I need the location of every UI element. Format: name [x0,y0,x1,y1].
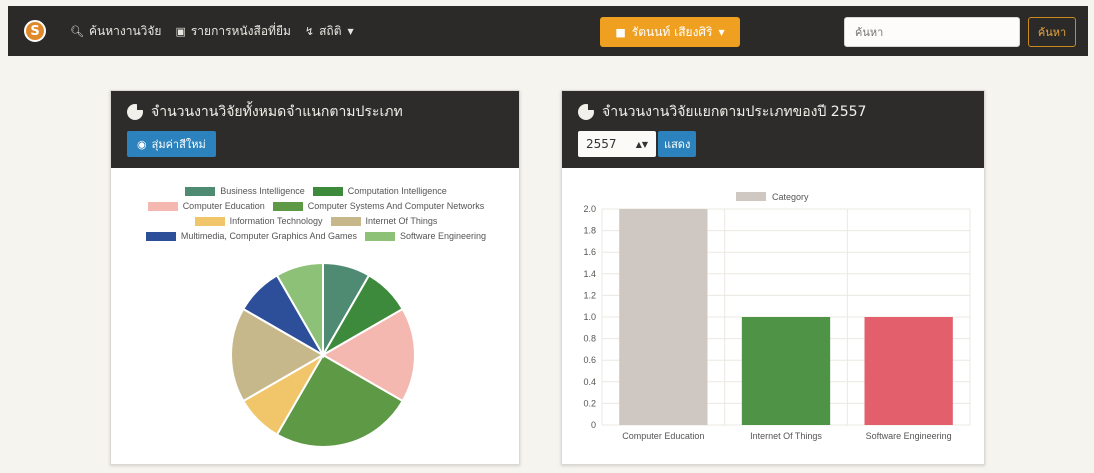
y-tick-label: 0.4 [583,377,596,387]
y-tick-label: 1.4 [583,269,596,279]
top-navbar: S 🔍︎ ค้นหางานวิจัย ▣ รายการหนังสือที่ยืม… [8,6,1088,56]
y-tick-label: 0.8 [583,334,596,344]
nav-statistics-label: สถิติ [319,23,342,38]
app-logo[interactable]: S [24,20,46,42]
y-tick-label: 1.0 [583,312,596,322]
book-icon: ▣ [175,24,186,38]
y-tick-label: 0.6 [583,355,596,365]
bar [864,317,953,425]
search-input[interactable] [844,17,1020,47]
user-icon: ■ [615,25,626,39]
line-chart-icon: ↯ [304,24,315,38]
bar [741,317,831,425]
search-button[interactable]: ค้นหา [1028,17,1076,47]
nav-statistics-dropdown[interactable]: ↯ สถิติ ▼ [305,22,354,41]
user-name: รัตนนท์ เสียงศิริ [631,24,713,39]
x-tick-label: Internet Of Things [750,431,822,441]
y-tick-label: 1.6 [583,247,596,257]
legend-swatch [736,192,766,201]
y-tick-label: 1.2 [583,290,596,300]
nav-borrowed-books[interactable]: ▣ รายการหนังสือที่ยืม [175,22,290,41]
y-tick-label: 1.8 [583,226,596,236]
nav-search-research[interactable]: 🔍︎ ค้นหางานวิจัย [70,22,161,41]
y-tick-label: 0 [591,420,596,430]
chevron-down-icon: ▼ [347,26,354,36]
bar-chart-panel: จำนวนงานวิจัยแยกตามประเภทของปี 2557 2557… [561,90,985,465]
user-menu-button[interactable]: ■ รัตนนท์ เสียงศิริ ▼ [600,17,740,47]
pie-chart-panel: จำนวนงานวิจัยทั้งหมดจำแนกตามประเภท ◉ สุ่… [110,90,520,465]
chevron-down-icon: ▼ [718,27,725,37]
x-tick-label: Software Engineering [866,431,952,441]
nav-borrowed-books-label: รายการหนังสือที่ยืม [190,23,291,38]
search-icon: 🔍︎ [70,24,84,38]
bar [619,209,708,425]
legend-label: Category [772,192,809,202]
bar-legend: Category [736,192,809,202]
y-tick-label: 0.2 [583,398,596,408]
pie-chart [230,261,416,448]
nav-search-research-label: ค้นหางานวิจัย [88,23,162,38]
bar-chart: Category 0 0.2 0.4 0.6 0.8 1.0 1.2 1.4 1.6 1.8 2.0 C… [583,192,971,441]
y-tick-label: 2.0 [583,204,596,214]
x-tick-label: Computer Education [622,431,704,441]
